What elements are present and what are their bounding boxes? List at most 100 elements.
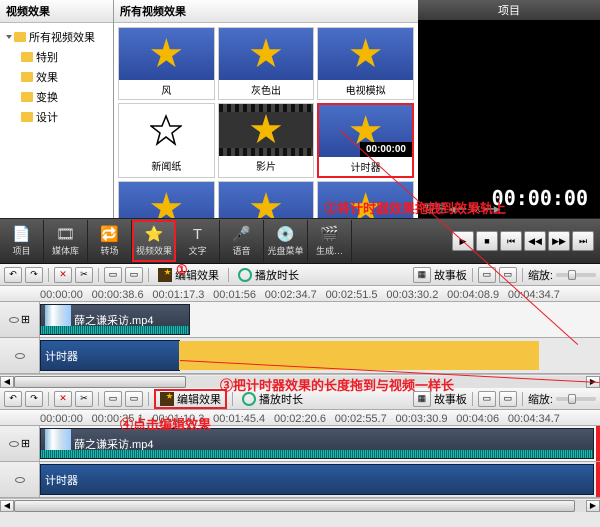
effect-thumb[interactable]: 电视模拟 — [317, 27, 414, 100]
ruler-tick: 00:02:20.6 — [274, 413, 326, 425]
effect-track: 计时器 — [0, 462, 600, 498]
toolbar-光盘菜单-button[interactable]: 💿光盘菜单 — [264, 220, 308, 262]
track-header[interactable] — [0, 338, 40, 373]
h-scrollbar[interactable]: ◀▶ — [0, 498, 600, 512]
effect-thumb[interactable]: 影片 — [218, 103, 315, 178]
clock-icon — [238, 268, 252, 282]
scroll-left[interactable]: ◀ — [0, 376, 14, 388]
toolbar-项目-button[interactable]: 📄项目 — [0, 220, 44, 262]
sidebar-header: 视频效果 — [0, 0, 113, 23]
video-track: ⊞ 薛之谦采访.mp4 — [0, 302, 600, 338]
delete-button[interactable]: ✕ — [54, 391, 72, 407]
timeline-ruler[interactable]: 00:00:0000:00:38.600:01:17.300:01:5600:0… — [0, 286, 600, 302]
edit-effect-button[interactable]: 编辑效果 — [154, 267, 223, 283]
toolbar-视频效果-button[interactable]: ⭐视频效果 — [132, 220, 176, 262]
effect-icon — [158, 268, 172, 282]
tool-button[interactable]: ▭ — [125, 267, 143, 283]
effect-thumb[interactable]: 风 — [118, 27, 215, 100]
effect-thumb[interactable]: 00:00:00计时器 — [317, 103, 414, 178]
undo-button[interactable]: ↶ — [4, 267, 22, 283]
tool-button[interactable]: ▭ — [104, 267, 122, 283]
delete-button[interactable]: ✕ — [54, 267, 72, 283]
ruler-tick: 00:02:34.7 — [265, 289, 317, 301]
toolbar-icon: 💿 — [277, 225, 295, 243]
toolbar-文字-button[interactable]: T文字 — [176, 220, 220, 262]
effect-thumb[interactable]: 宽角度缩放 — [118, 181, 215, 218]
track-header[interactable] — [0, 462, 40, 497]
thumb-preview — [119, 182, 214, 218]
tool-button[interactable]: ▭ — [104, 391, 122, 407]
stop-button[interactable]: ■ — [476, 231, 498, 251]
ruler-tick: 00:04:06 — [456, 413, 499, 425]
tree-root[interactable]: 所有视频效果 — [4, 27, 109, 47]
effect-icon — [160, 392, 174, 406]
effect-clip[interactable]: 计时器 — [40, 464, 594, 495]
toolbar-媒体库-button[interactable]: 🎞媒体库 — [44, 220, 88, 262]
scroll-right[interactable]: ▶ — [586, 500, 600, 512]
cut-button[interactable]: ✂ — [75, 391, 93, 407]
audio-wave — [41, 450, 593, 458]
tree-item[interactable]: 特别 — [18, 47, 109, 67]
main-toolbar: 📄项目🎞媒体库🔁转场⭐视频效果T文字🎤语音💿光盘菜单🎬生成… ▶ ■ ⏮ ◀◀ … — [0, 218, 600, 264]
effect-thumb[interactable]: 水镜子 — [218, 181, 315, 218]
effects-grid: 风 灰色出电视模拟新闻纸影片00:00:00计时器宽角度缩放水镜子 — [114, 23, 418, 218]
track-body[interactable]: 薛之谦采访.mp4 — [40, 302, 600, 337]
scroll-thumb[interactable] — [14, 500, 575, 512]
undo-button[interactable]: ↶ — [4, 391, 22, 407]
tree-item[interactable]: 设计 — [18, 107, 109, 127]
tree-label: 特别 — [36, 49, 58, 65]
tool-button[interactable]: ▭ — [125, 391, 143, 407]
zoom-slider[interactable] — [556, 273, 596, 277]
story-button[interactable]: ▦ — [413, 267, 431, 283]
thumb-label: 风 — [159, 80, 173, 99]
effect-thumb[interactable]: 新闻纸 — [118, 103, 215, 178]
toolbar-icon: 🔁 — [101, 225, 119, 243]
effect-thumb[interactable]: 灰色出 — [218, 27, 315, 100]
tree-item[interactable]: 变换 — [18, 87, 109, 107]
rewind-button[interactable]: ◀◀ — [524, 231, 546, 251]
toolbar-转场-button[interactable]: 🔁转场 — [88, 220, 132, 262]
thumb-preview — [318, 28, 413, 80]
next-button[interactable]: ⏭ — [572, 231, 594, 251]
thumb-preview — [219, 104, 314, 156]
chevron-icon — [6, 35, 12, 39]
toolbar-label: 光盘菜单 — [267, 244, 303, 257]
forward-button[interactable]: ▶▶ — [548, 231, 570, 251]
expand-icon: ⊞ — [21, 437, 30, 450]
thumb-preview — [219, 28, 314, 80]
effect-name: 计时器 — [45, 472, 78, 488]
edit-effect-button[interactable]: 编辑效果 — [154, 389, 227, 409]
ruler-tick: 00:00:38.6 — [92, 289, 144, 301]
toolbar-生成…-button[interactable]: 🎬生成… — [308, 220, 352, 262]
prev-button[interactable]: ⏮ — [500, 231, 522, 251]
toolbar-label: 项目 — [12, 244, 30, 257]
annotation-3: ③把计时器效果的长度拖到与视频一样长 — [220, 375, 454, 394]
toolbar-语音-button[interactable]: 🎤语音 — [220, 220, 264, 262]
project-header: 项目 — [418, 0, 600, 20]
folder-icon — [14, 32, 26, 42]
redo-button[interactable]: ↷ — [25, 391, 43, 407]
view-button[interactable]: ▭ — [478, 391, 496, 407]
view-button[interactable]: ▭ — [499, 391, 517, 407]
track-body[interactable]: 计时器 — [40, 462, 600, 497]
ruler-tick: 00:00:00 — [40, 413, 83, 425]
tree-item[interactable]: 效果 — [18, 67, 109, 87]
ruler-tick: 00:03:30.9 — [396, 413, 448, 425]
scroll-thumb[interactable] — [14, 376, 186, 388]
timeline-ruler[interactable]: 00:00:0000:00:35.100:01:10.300:01:45.400… — [0, 410, 600, 426]
cut-button[interactable]: ✂ — [75, 267, 93, 283]
duration-button[interactable]: 播放时长 — [234, 267, 303, 283]
effect-clip[interactable]: 计时器 — [40, 340, 180, 371]
toolbar-label: 文字 — [188, 244, 206, 257]
tree-label: 所有视频效果 — [29, 29, 95, 45]
video-clip[interactable]: 薛之谦采访.mp4 — [40, 304, 190, 335]
redo-button[interactable]: ↷ — [25, 267, 43, 283]
scroll-left[interactable]: ◀ — [0, 500, 14, 512]
zoom-slider[interactable] — [556, 397, 596, 401]
toolbar-label: 语音 — [232, 244, 250, 257]
track-header[interactable]: ⊞ — [0, 302, 40, 337]
track-header[interactable]: ⊞ — [0, 426, 40, 461]
ruler-tick: 00:04:34.7 — [508, 289, 560, 301]
project-preview: 00:00:00 — [418, 20, 600, 218]
toolbar-label: 视频效果 — [136, 244, 172, 257]
